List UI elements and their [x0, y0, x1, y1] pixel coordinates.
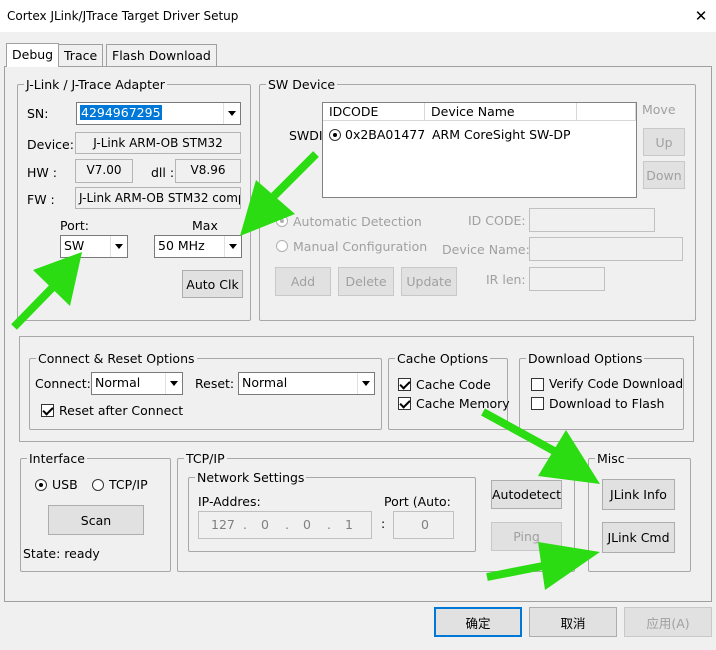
annotation-arrows	[11, 151, 600, 590]
arrow-to-jlink-cmd	[486, 542, 600, 590]
tab-debug[interactable]: Debug	[6, 43, 60, 67]
arrow-to-max	[240, 151, 319, 236]
arrow-to-port	[11, 252, 82, 330]
arrow-to-jlink-info	[481, 408, 600, 484]
